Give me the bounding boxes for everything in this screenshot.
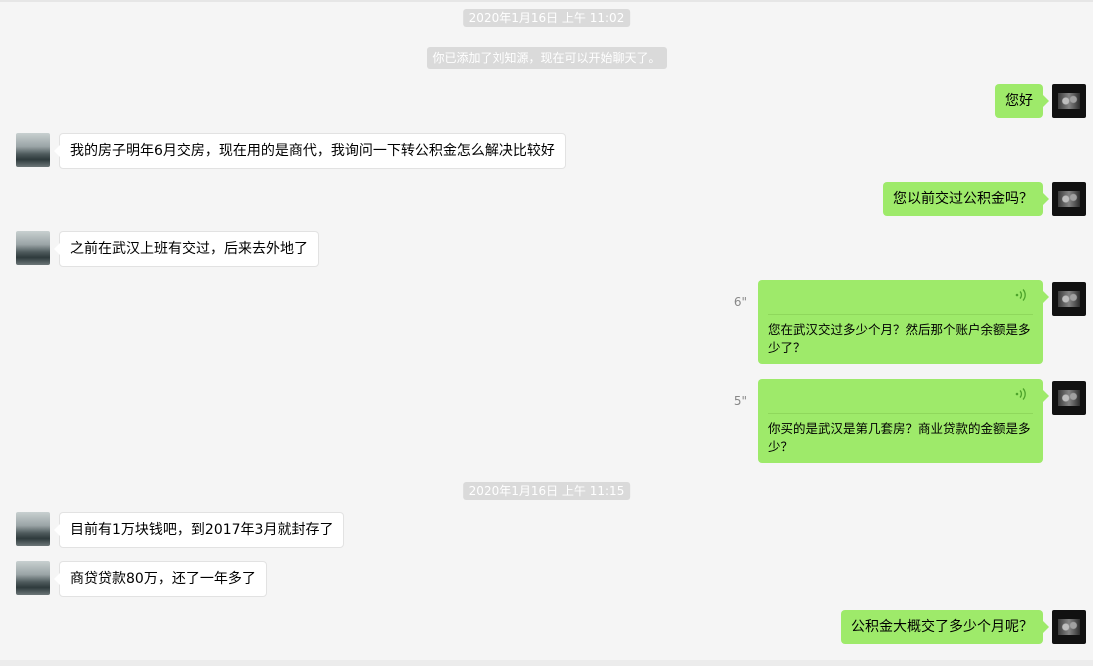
voice-duration: 6" <box>733 295 747 309</box>
voice-transcript: 您在武汉交过多少个月？然后那个账户余额是多少了？ <box>768 322 1031 355</box>
voice-divider <box>768 413 1033 414</box>
voice-message-bubble[interactable]: 您在武汉交过多少个月？然后那个账户余额是多少了？ <box>758 280 1049 364</box>
message-bubble[interactable]: 目前有1万块钱吧，到2017年3月就封存了 <box>53 512 345 548</box>
voice-wave-icon <box>1013 387 1031 405</box>
message-bubble[interactable]: 商贷贷款80万，还了一年多了 <box>54 561 267 597</box>
message-bubble[interactable]: 公积金大概交了多少个月呢？ <box>841 610 1049 644</box>
voice-wave-icon <box>1013 288 1031 306</box>
chat-message-list[interactable]: 2020年1月16日 上午 11:02 你已添加了刘知源，现在可以开始聊天了。 … <box>0 0 1093 666</box>
message-bubble[interactable]: 您好 <box>995 84 1049 118</box>
timestamp: 2020年1月16日 上午 11:15 <box>462 482 631 500</box>
peer-avatar[interactable] <box>16 561 50 595</box>
message-bubble[interactable]: 之前在武汉上班有交过，后来去外地了 <box>54 231 319 267</box>
voice-message-bubble[interactable]: 你买的是武汉是第几套房？商业贷款的金额是多少？ <box>758 379 1049 463</box>
self-avatar[interactable] <box>1052 381 1086 415</box>
voice-transcript: 你买的是武汉是第几套房？商业贷款的金额是多少？ <box>768 421 1031 454</box>
timestamp: 2020年1月16日 上午 11:02 <box>462 9 631 27</box>
voice-divider <box>768 314 1033 315</box>
window-bottom-border <box>0 660 1093 666</box>
self-avatar[interactable] <box>1052 84 1086 118</box>
self-avatar[interactable] <box>1052 610 1086 644</box>
peer-avatar[interactable] <box>16 231 50 265</box>
peer-avatar[interactable] <box>16 133 50 167</box>
self-avatar[interactable] <box>1052 182 1086 216</box>
voice-duration: 5" <box>733 394 747 408</box>
message-bubble[interactable]: 我的房子明年6月交房，现在用的是商代，我询问一下转公积金怎么解决比较好 <box>54 133 566 169</box>
self-avatar[interactable] <box>1052 282 1086 316</box>
peer-avatar[interactable] <box>16 512 50 546</box>
system-notice: 你已添加了刘知源，现在可以开始聊天了。 <box>426 47 667 69</box>
message-bubble[interactable]: 您以前交过公积金吗？ <box>883 182 1049 216</box>
